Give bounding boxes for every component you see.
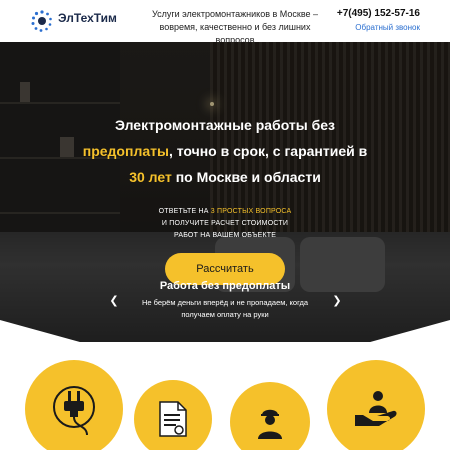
worker-icon: [258, 409, 282, 439]
hero-headline: Электромонтажные работы без предоплаты, …: [60, 112, 390, 190]
feature-circle-document: [134, 380, 212, 450]
feature-circle-hand: [327, 360, 425, 450]
questions-text: РАБОТ НА ВАШЕМ ОБЪЕКТЕ: [173, 232, 277, 239]
questions-highlight: 3 ПРОСТЫХ ВОПРОСА: [210, 208, 292, 215]
slide-text: Не берём деньги вперёд и не пропадаем, к…: [141, 298, 309, 319]
chevron-left-icon[interactable]: ❮: [108, 294, 120, 308]
phone-number[interactable]: +7(495) 152-57-16: [337, 8, 420, 19]
headline-text: , точно в срок, с гарантией в: [168, 143, 368, 159]
questions-text: ОТВЕТЬТЕ НА: [158, 208, 211, 215]
callback-link[interactable]: Обратный звонок: [355, 23, 420, 32]
plug-icon: [53, 386, 95, 436]
hand-person-icon: [355, 391, 397, 426]
headline-text: Электромонтажные работы без: [114, 117, 335, 133]
headline-highlight: 30 лет: [129, 169, 172, 185]
hero-questions-text: ОТВЕТЬТЕ НА 3 ПРОСТЫХ ВОПРОСА И ПОЛУЧИТЕ…: [120, 206, 330, 242]
questions-text: И ПОЛУЧИТЕ РАСЧЕТ СТОИМОСТИ: [161, 220, 289, 227]
headline-text: по Москве и области: [171, 169, 321, 185]
feature-circle-plug: [25, 360, 123, 450]
headline-highlight: предоплаты: [82, 143, 169, 159]
chevron-right-icon[interactable]: ❯: [331, 294, 343, 308]
document-icon: [159, 401, 187, 437]
logo-icon[interactable]: [30, 9, 54, 33]
slide-title: Работа без предоплаты: [159, 280, 291, 292]
site-header: ЭлТехТим Услуги электромонтажников в Мос…: [0, 0, 450, 45]
logo-text[interactable]: ЭлТехТим: [58, 11, 117, 25]
